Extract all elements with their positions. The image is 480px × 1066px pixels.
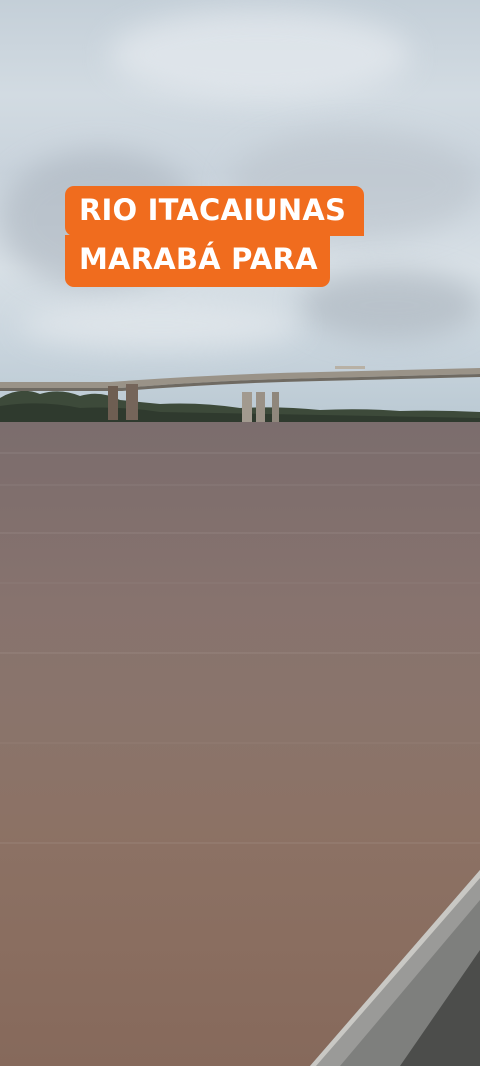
cloud — [20, 300, 300, 350]
river-embankment-wall — [310, 870, 480, 1066]
caption-line-2: MARABÁ PARA — [65, 235, 330, 287]
bridge-pier — [126, 384, 138, 420]
caption-line-1: RIO ITACAIUNAS — [65, 186, 365, 236]
video-caption: RIO ITACAIUNAS MARABÁ PARA — [65, 186, 365, 287]
bridge-pier — [272, 392, 279, 422]
bridge-pier — [108, 386, 118, 420]
cloud — [110, 10, 410, 100]
video-frame: RIO ITACAIUNAS MARABÁ PARA — [0, 0, 480, 1066]
